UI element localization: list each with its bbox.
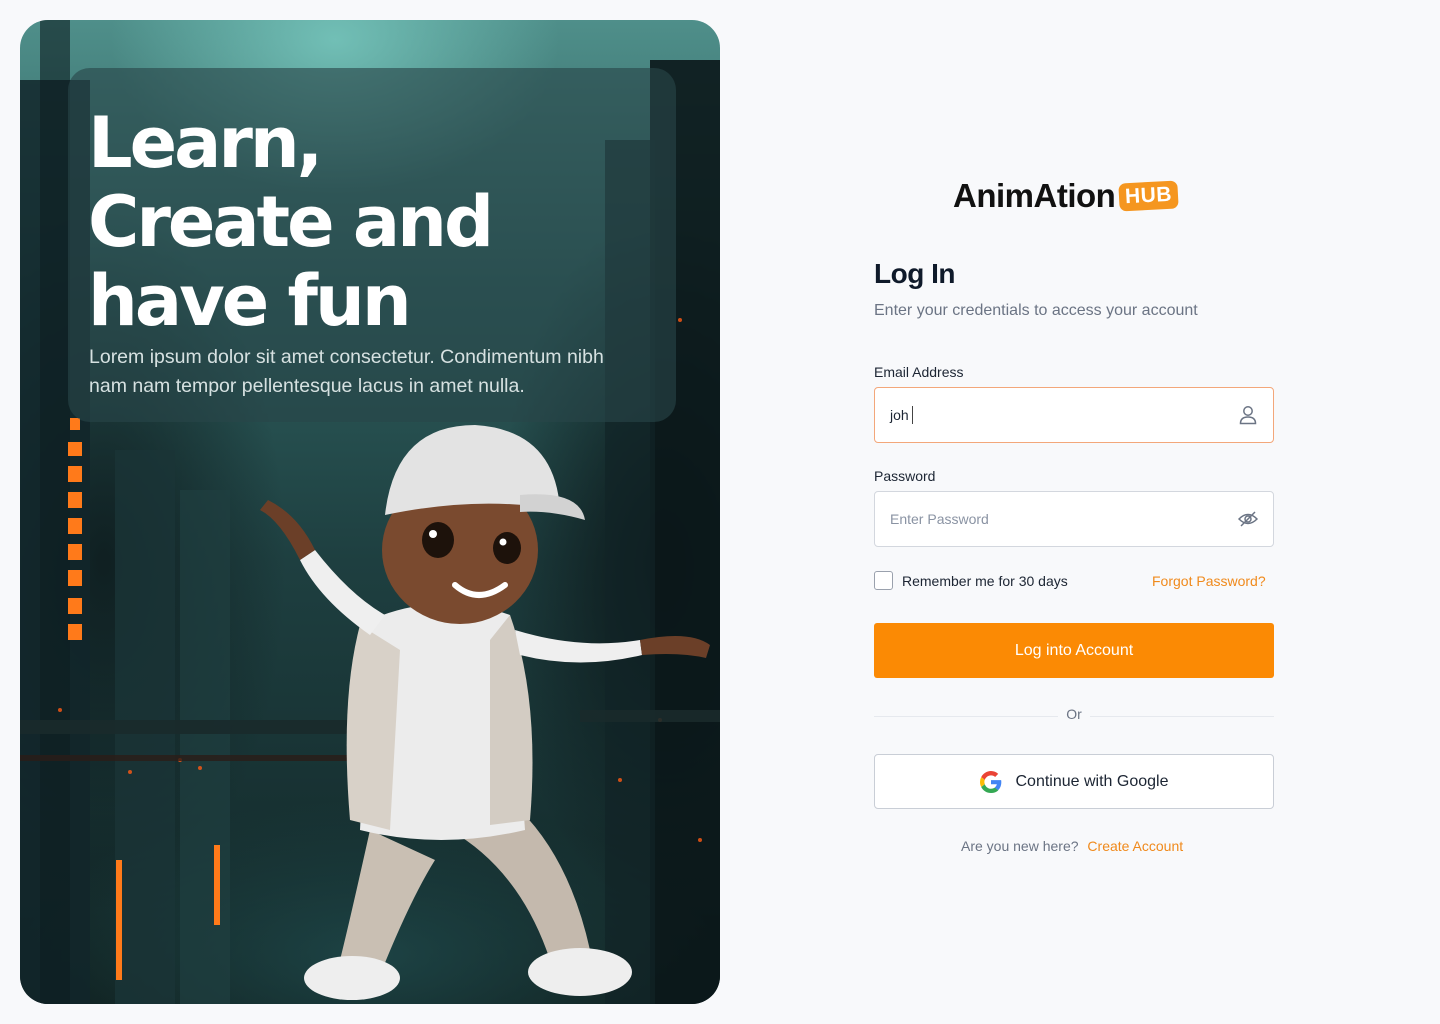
- google-icon: [979, 770, 1001, 793]
- eye-off-icon[interactable]: [1238, 509, 1258, 529]
- logo-wordmark: AnimAtion: [953, 177, 1116, 214]
- hero-subtext: Lorem ipsum dolor sit amet consectetur. …: [89, 346, 604, 397]
- hero-headline-line: have fun: [88, 260, 412, 342]
- hero-headline-line: Create and: [88, 181, 494, 263]
- forgot-password-link[interactable]: Forgot Password?: [1152, 573, 1266, 589]
- email-label: Email Address: [874, 364, 964, 380]
- app-logo: AnimAtion HUB: [953, 177, 1180, 215]
- cartoon-character-illustration: [260, 425, 710, 1000]
- signup-prompt: Are you new here?: [961, 838, 1079, 854]
- signup-row: Are you new here? Create Account: [0, 838, 1440, 854]
- email-field[interactable]: joh: [874, 387, 1274, 443]
- hero-headline: Learn, Create and have fun: [88, 104, 648, 341]
- remember-me: Remember me for 30 days: [874, 571, 1068, 590]
- divider-text: Or: [1058, 706, 1090, 722]
- google-button-label: Continue with Google: [1015, 772, 1169, 790]
- google-signin-button[interactable]: Continue with Google: [874, 754, 1274, 809]
- create-account-link[interactable]: Create Account: [1087, 838, 1183, 854]
- logo-badge: HUB: [1118, 180, 1180, 212]
- page-subtitle: Enter your credentials to access your ac…: [874, 302, 1198, 319]
- page-title: Log In: [874, 258, 955, 289]
- hero-headline-line: Learn,: [88, 102, 323, 184]
- text-caret: [911, 406, 913, 424]
- remember-label: Remember me for 30 days: [902, 572, 1068, 589]
- hero-panel: Learn, Create and have fun Lorem ipsum d…: [20, 20, 720, 1004]
- email-input-value[interactable]: joh: [890, 407, 909, 423]
- password-label: Password: [874, 468, 936, 484]
- password-field[interactable]: [874, 491, 1274, 547]
- login-button[interactable]: Log into Account: [874, 623, 1274, 678]
- password-input[interactable]: [890, 511, 1238, 527]
- remember-checkbox[interactable]: [874, 571, 893, 590]
- user-icon: [1238, 405, 1258, 425]
